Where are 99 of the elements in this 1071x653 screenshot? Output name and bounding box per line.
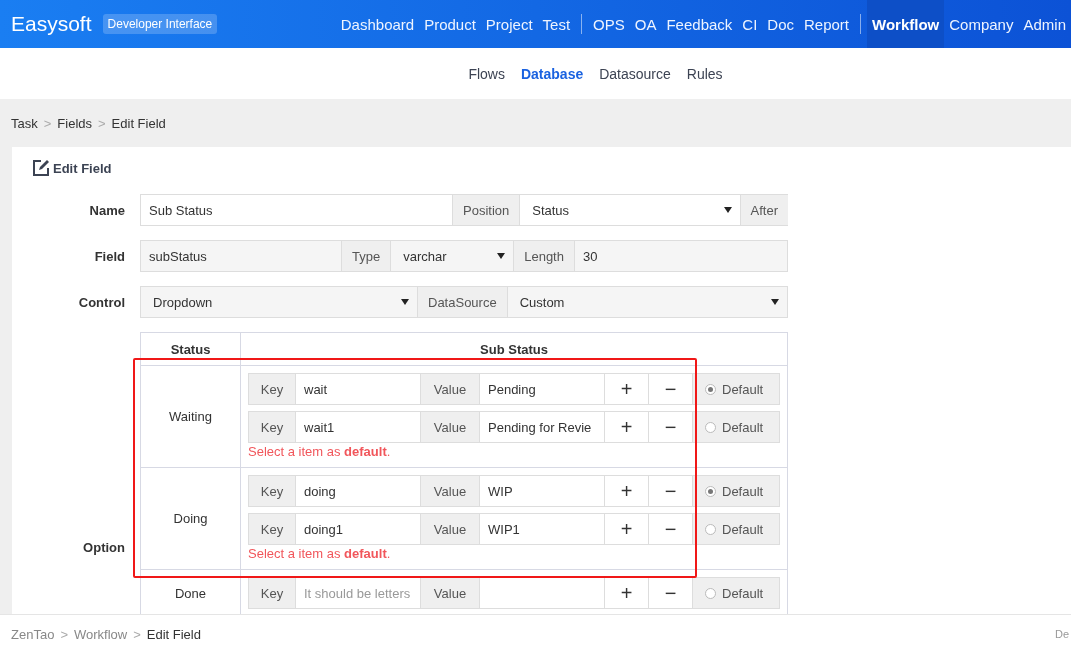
- caret-icon: [771, 299, 779, 305]
- brand-logo: Easysoft: [11, 12, 92, 36]
- status-cell: Done: [174, 586, 207, 601]
- add-button[interactable]: +: [605, 475, 649, 507]
- badge: Developer Interface: [102, 14, 218, 34]
- remove-button[interactable]: −: [649, 475, 693, 507]
- remove-button[interactable]: −: [649, 577, 693, 609]
- field-label: Name: [88, 202, 125, 218]
- default-radio[interactable]: Default: [693, 577, 780, 609]
- nav-tab[interactable]: Feedback: [661, 0, 738, 48]
- input-addon: After: [740, 194, 788, 226]
- radio-icon[interactable]: [705, 485, 716, 497]
- position-select[interactable]: Status: [519, 194, 741, 226]
- add-button[interactable]: +: [605, 411, 649, 443]
- name-input[interactable]: Sub Status: [140, 194, 453, 226]
- value-input[interactable]: Pending: [479, 373, 605, 405]
- nav-tab[interactable]: OA: [629, 0, 662, 48]
- nav-tab[interactable]: Test: [537, 0, 576, 48]
- caret-icon: [497, 253, 506, 259]
- breadcrumb-link[interactable]: Edit Field: [111, 116, 166, 131]
- input-addon: DataSource: [418, 286, 507, 318]
- input-addon: Key: [248, 373, 295, 405]
- breadcrumb-link[interactable]: Fields: [57, 116, 92, 131]
- input-addon: Length: [514, 240, 574, 272]
- breadcrumb-link[interactable]: Task: [11, 116, 38, 131]
- input-addon: Key: [248, 411, 295, 443]
- nav-tab[interactable]: Admin: [1018, 0, 1071, 48]
- breadcrumb-separator: >: [43, 116, 52, 131]
- field-input[interactable]: subStatus: [140, 240, 342, 272]
- breadcrumb-link[interactable]: ZenTao: [11, 626, 55, 642]
- subnav-tab[interactable]: Flows: [468, 65, 505, 82]
- value-input[interactable]: WIP1: [479, 513, 605, 545]
- nav-tab[interactable]: Project: [480, 0, 538, 48]
- card-title: Edit Field: [53, 160, 112, 176]
- length-input[interactable]: 30: [573, 240, 788, 272]
- caret-icon: [723, 207, 732, 213]
- radio-icon[interactable]: [705, 523, 716, 535]
- column-header: Status: [141, 333, 241, 365]
- input-addon: Value: [421, 513, 479, 545]
- status-cell: Waiting: [169, 409, 212, 424]
- breadcrumb-link[interactable]: Workflow: [73, 626, 128, 642]
- breadcrumb-link[interactable]: Edit Field: [146, 626, 201, 642]
- nav-tab[interactable]: CI: [737, 0, 763, 48]
- input-addon: Type: [342, 240, 391, 272]
- status-cell: Doing: [173, 511, 208, 526]
- nav-tab[interactable]: Workflow: [867, 0, 945, 48]
- datasource-select[interactable]: Custom: [506, 286, 788, 318]
- value-input[interactable]: [479, 577, 605, 609]
- subnav-tab[interactable]: Datasource: [599, 65, 671, 82]
- field-label: Field: [93, 248, 125, 264]
- remove-button[interactable]: −: [649, 513, 693, 545]
- subnav-tab[interactable]: Rules: [686, 65, 723, 82]
- nav-tab[interactable]: OPS: [588, 0, 630, 48]
- error-message: Select a item as default.: [248, 445, 392, 459]
- radio-icon[interactable]: [705, 383, 716, 395]
- input-addon: Value: [421, 475, 479, 507]
- key-input[interactable]: doing1: [295, 513, 421, 545]
- subnav-tab[interactable]: Database: [520, 65, 584, 82]
- nav-tab[interactable]: Report: [799, 0, 855, 48]
- add-button[interactable]: +: [605, 513, 649, 545]
- radio-icon[interactable]: [705, 421, 716, 433]
- footer-text: De: [1054, 628, 1069, 640]
- input-addon: Key: [248, 513, 295, 545]
- input-addon: Key: [248, 577, 295, 609]
- radio-icon[interactable]: [705, 587, 716, 599]
- edit-icon: [32, 159, 50, 177]
- key-input[interactable]: wait1: [295, 411, 421, 443]
- nav-tab[interactable]: Company: [944, 0, 1019, 48]
- control-select[interactable]: Dropdown: [140, 286, 418, 318]
- column-header: Sub Status: [479, 340, 549, 359]
- default-radio[interactable]: Default: [693, 513, 780, 545]
- key-input[interactable]: It should be letters: [295, 577, 421, 609]
- error-message: Select a item as default.: [248, 547, 392, 561]
- nav-tab[interactable]: Product: [419, 0, 481, 48]
- field-label: Option: [82, 539, 125, 555]
- breadcrumb-separator: >: [98, 116, 106, 131]
- input-addon: Position: [453, 194, 520, 226]
- nav-tab[interactable]: Dashboard: [335, 0, 420, 48]
- input-addon: Value: [421, 373, 479, 405]
- input-addon: Value: [421, 411, 479, 443]
- add-button[interactable]: +: [605, 373, 649, 405]
- input-addon: Value: [421, 577, 479, 609]
- breadcrumb-separator: >: [133, 626, 141, 642]
- default-radio[interactable]: Default: [693, 475, 780, 507]
- value-input[interactable]: WIP: [479, 475, 605, 507]
- input-addon: Key: [248, 475, 295, 507]
- value-input[interactable]: Pending for Revie: [479, 411, 605, 443]
- breadcrumb-separator: >: [60, 626, 68, 642]
- nav-tab[interactable]: Doc: [762, 0, 799, 48]
- add-button[interactable]: +: [605, 577, 649, 609]
- key-input[interactable]: doing: [295, 475, 421, 507]
- caret-icon: [401, 299, 409, 305]
- field-label: Control: [77, 294, 125, 310]
- default-radio[interactable]: Default: [693, 411, 780, 443]
- type-select[interactable]: varchar: [390, 240, 515, 272]
- default-radio[interactable]: Default: [693, 373, 780, 405]
- remove-button[interactable]: −: [649, 411, 693, 443]
- remove-button[interactable]: −: [649, 373, 693, 405]
- key-input[interactable]: wait: [295, 373, 421, 405]
